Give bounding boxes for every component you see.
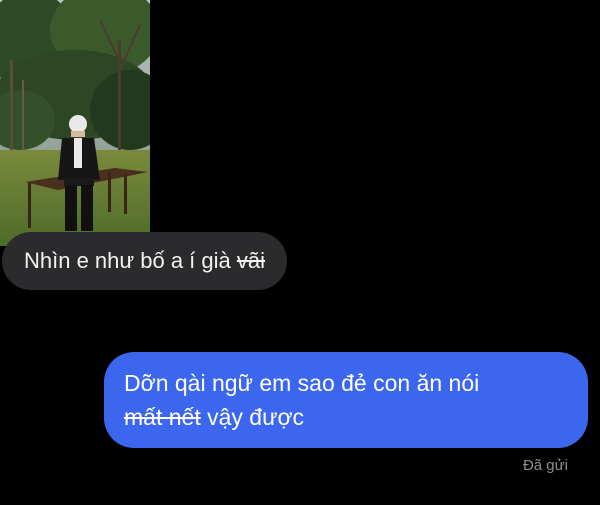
chat-screen: Nhìn e như bố a í già vãi Dỡn qài ngữ em… [0,0,600,505]
sent-message-line-2-text: vậy được [200,404,305,430]
sent-message-struck-text: mất nết [124,404,201,430]
sent-message-bubble[interactable]: Dỡn qài ngữ em sao đẻ con ăn nói mất nết… [104,352,588,448]
received-message-bubble[interactable]: Nhìn e như bố a í già vãi [2,232,287,290]
received-message-text: Nhìn e như bố a í già [24,248,237,273]
sent-message-line-2: mất nết vậy được [124,400,570,434]
received-message-struck-text: vãi [236,248,265,273]
delivery-status: Đã gửi [522,457,568,474]
sent-message-line-1: Dỡn qài ngữ em sao đẻ con ăn nói [124,370,480,396]
received-photo[interactable] [0,0,150,246]
photo-image [0,0,150,246]
